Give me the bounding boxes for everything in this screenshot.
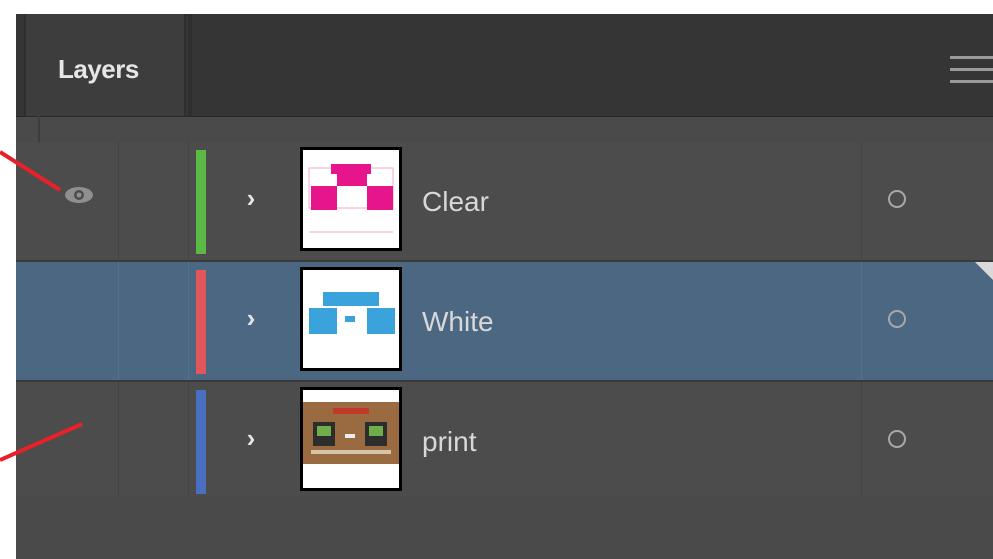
target-circle-icon[interactable]: [888, 310, 906, 328]
panel-tab-bar: Layers: [16, 14, 993, 117]
eye-icon[interactable]: [64, 186, 94, 204]
layer-thumbnail: [300, 147, 402, 251]
layer-name[interactable]: Clear: [422, 186, 489, 218]
layer-thumbnail: [300, 267, 402, 371]
panel-empty-area: [16, 496, 993, 559]
tab-layers[interactable]: Layers: [24, 14, 186, 116]
layer-row-print[interactable]: › print: [16, 382, 993, 500]
layers-panel: Layers › Clear › White › print: [16, 14, 993, 559]
expand-chevron-icon[interactable]: ›: [238, 302, 264, 334]
target-circle-icon[interactable]: [888, 190, 906, 208]
tab-layers-label: Layers: [58, 54, 139, 84]
tab-divider: [188, 14, 192, 116]
layer-color-bar: [196, 270, 206, 374]
expand-chevron-icon[interactable]: ›: [238, 182, 264, 214]
layer-row-clear[interactable]: › Clear: [16, 142, 993, 260]
selection-corner-indicator: [975, 262, 993, 280]
layer-color-bar: [196, 150, 206, 254]
layer-name[interactable]: print: [422, 426, 476, 458]
expand-chevron-icon[interactable]: ›: [238, 422, 264, 454]
target-circle-icon[interactable]: [888, 430, 906, 448]
layer-thumbnail: [300, 387, 402, 491]
layer-name[interactable]: White: [422, 306, 494, 338]
layer-row-white[interactable]: › White: [16, 262, 993, 380]
hamburger-menu-icon[interactable]: [950, 56, 993, 88]
layer-color-bar: [196, 390, 206, 494]
